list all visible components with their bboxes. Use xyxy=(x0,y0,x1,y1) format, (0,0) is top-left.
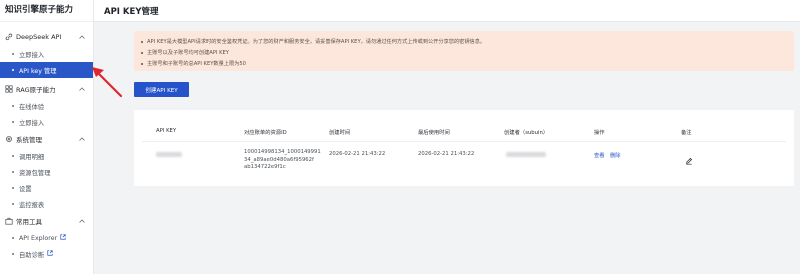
sidebar-group-tools[interactable]: 常用工具 xyxy=(0,212,93,230)
sidebar-item-call-details[interactable]: 调用明细 xyxy=(0,148,93,164)
sidebar-item-monitoring[interactable]: 监控报表 xyxy=(0,196,93,212)
resource-id-text: ab134722e9f1c xyxy=(244,164,286,171)
create-api-key-button[interactable]: 创建API KEY xyxy=(134,82,189,97)
external-link-icon xyxy=(60,234,66,242)
sidebar-group-label: DeepSeek API xyxy=(16,33,62,41)
sidebar-item-online-trial[interactable]: 在线体验 xyxy=(0,98,93,114)
grid-icon xyxy=(4,85,13,94)
bullet-icon xyxy=(141,40,143,43)
sidebar-item-resource-packs[interactable]: 资源包管理 xyxy=(0,164,93,180)
bullet-icon xyxy=(12,155,14,157)
sidebar-item-label: API Explorer xyxy=(19,234,58,242)
sidebar-group-deepseek[interactable]: DeepSeek API xyxy=(0,28,93,46)
sidebar-group-label: RAG原子能力 xyxy=(16,86,56,94)
resource-id-cell: 100014998134_1000149991 34_a89ae0d480a6f… xyxy=(244,149,321,172)
column-header: API KEY xyxy=(156,128,177,134)
column-header: 创建者（subuin） xyxy=(504,130,549,136)
notice-line: 主账号以及子账号均可创建API KEY xyxy=(141,49,229,56)
edit-note-icon[interactable] xyxy=(685,150,693,165)
bullet-icon xyxy=(12,203,14,205)
bullet-icon xyxy=(12,237,14,239)
delete-link[interactable]: 删除 xyxy=(610,151,621,159)
chevron-up-icon xyxy=(79,33,85,41)
redacted-api-key xyxy=(156,152,182,157)
chevron-up-icon xyxy=(79,135,85,143)
toolbox-icon xyxy=(4,217,13,226)
chevron-up-icon xyxy=(79,85,85,93)
link-icon xyxy=(4,33,13,42)
last-used-cell: 2026-02-21 21:43:22 xyxy=(418,151,475,157)
sidebar-item-settings[interactable]: 设置 xyxy=(0,180,93,196)
sidebar-group-label: 常用工具 xyxy=(16,218,42,226)
column-header: 对应账单的资源ID xyxy=(244,130,287,136)
bullet-icon xyxy=(12,121,14,123)
resource-id-text: 34_a89ae0d480a6f95962f xyxy=(244,156,314,163)
created-at-cell: 2026-02-21 21:43:22 xyxy=(329,151,386,157)
resource-id-text: 100014998134_1000149991 xyxy=(244,149,321,155)
sidebar-group-system[interactable]: 系统管理 xyxy=(0,130,93,148)
column-header: 创建时间 xyxy=(329,130,351,136)
bullet-icon xyxy=(12,69,14,71)
sidebar-item-quick-access[interactable]: 立即接入 xyxy=(0,46,93,62)
sidebar-item-label: 立即接入 xyxy=(19,119,45,127)
bullet-icon xyxy=(12,105,14,107)
column-header: 备注 xyxy=(681,130,692,136)
sidebar-group-rag[interactable]: RAG原子能力 xyxy=(0,80,93,98)
redacted-creator xyxy=(506,152,546,157)
api-key-table: API KEY 对应账单的资源ID 创建时间 最后使用时间 创建者（subuin… xyxy=(134,110,794,186)
sidebar-item-quick-access-rag[interactable]: 立即接入 xyxy=(0,114,93,130)
notice-banner: API KEY是大模型API请求时的安全鉴权凭证。为了您的财产和服务安全，请妥善… xyxy=(134,31,794,71)
brand-title: 知识引擎原子能力 xyxy=(0,0,93,22)
column-header: 操作 xyxy=(594,130,605,136)
annotation-arrow-icon xyxy=(92,67,123,98)
divider xyxy=(142,141,786,142)
sidebar-item-label: 在线体验 xyxy=(19,103,45,111)
chevron-up-icon xyxy=(79,217,85,225)
notice-line: API KEY是大模型API请求时的安全鉴权凭证。为了您的财产和服务安全，请妥善… xyxy=(141,38,485,45)
bullet-icon xyxy=(12,253,14,255)
sidebar-item-api-explorer[interactable]: API Explorer xyxy=(0,230,93,246)
external-link-icon xyxy=(47,250,53,258)
sidebar-group-label: 系统管理 xyxy=(16,136,42,144)
sidebar-item-label: 自助诊断 xyxy=(19,251,45,259)
bullet-icon xyxy=(141,62,143,65)
sidebar-item-self-diagnosis[interactable]: 自助诊断 xyxy=(0,246,93,262)
bullet-icon xyxy=(12,187,14,189)
sidebar-item-label: 监控报表 xyxy=(19,201,45,209)
sidebar: 知识引擎原子能力 DeepSeek API 立即接入 API key 管理 RA… xyxy=(0,0,94,274)
bullet-icon xyxy=(141,51,143,54)
notice-text: 主账号和子账号的总API KEY数量上限为50 xyxy=(147,61,246,67)
sidebar-item-label: 立即接入 xyxy=(19,51,45,59)
notice-text: 主账号以及子账号均可创建API KEY xyxy=(147,50,229,56)
notice-line: 主账号和子账号的总API KEY数量上限为50 xyxy=(141,60,246,67)
page-title: API KEY管理 xyxy=(104,7,159,17)
sidebar-item-label: 资源包管理 xyxy=(19,169,51,177)
top-header: API KEY管理 xyxy=(94,0,800,22)
column-header: 最后使用时间 xyxy=(418,130,450,136)
sidebar-item-label: 调用明细 xyxy=(19,153,45,161)
bullet-icon xyxy=(12,53,14,55)
sidebar-item-label: 设置 xyxy=(19,185,32,193)
notice-text: API KEY是大模型API请求时的安全鉴权凭证。为了您的财产和服务安全，请妥善… xyxy=(147,39,486,45)
gear-icon xyxy=(4,135,13,144)
bullet-icon xyxy=(12,171,14,173)
view-link[interactable]: 查看 xyxy=(594,151,605,159)
sidebar-item-label: API key 管理 xyxy=(19,67,57,75)
sidebar-item-api-key[interactable]: API key 管理 xyxy=(0,62,93,78)
